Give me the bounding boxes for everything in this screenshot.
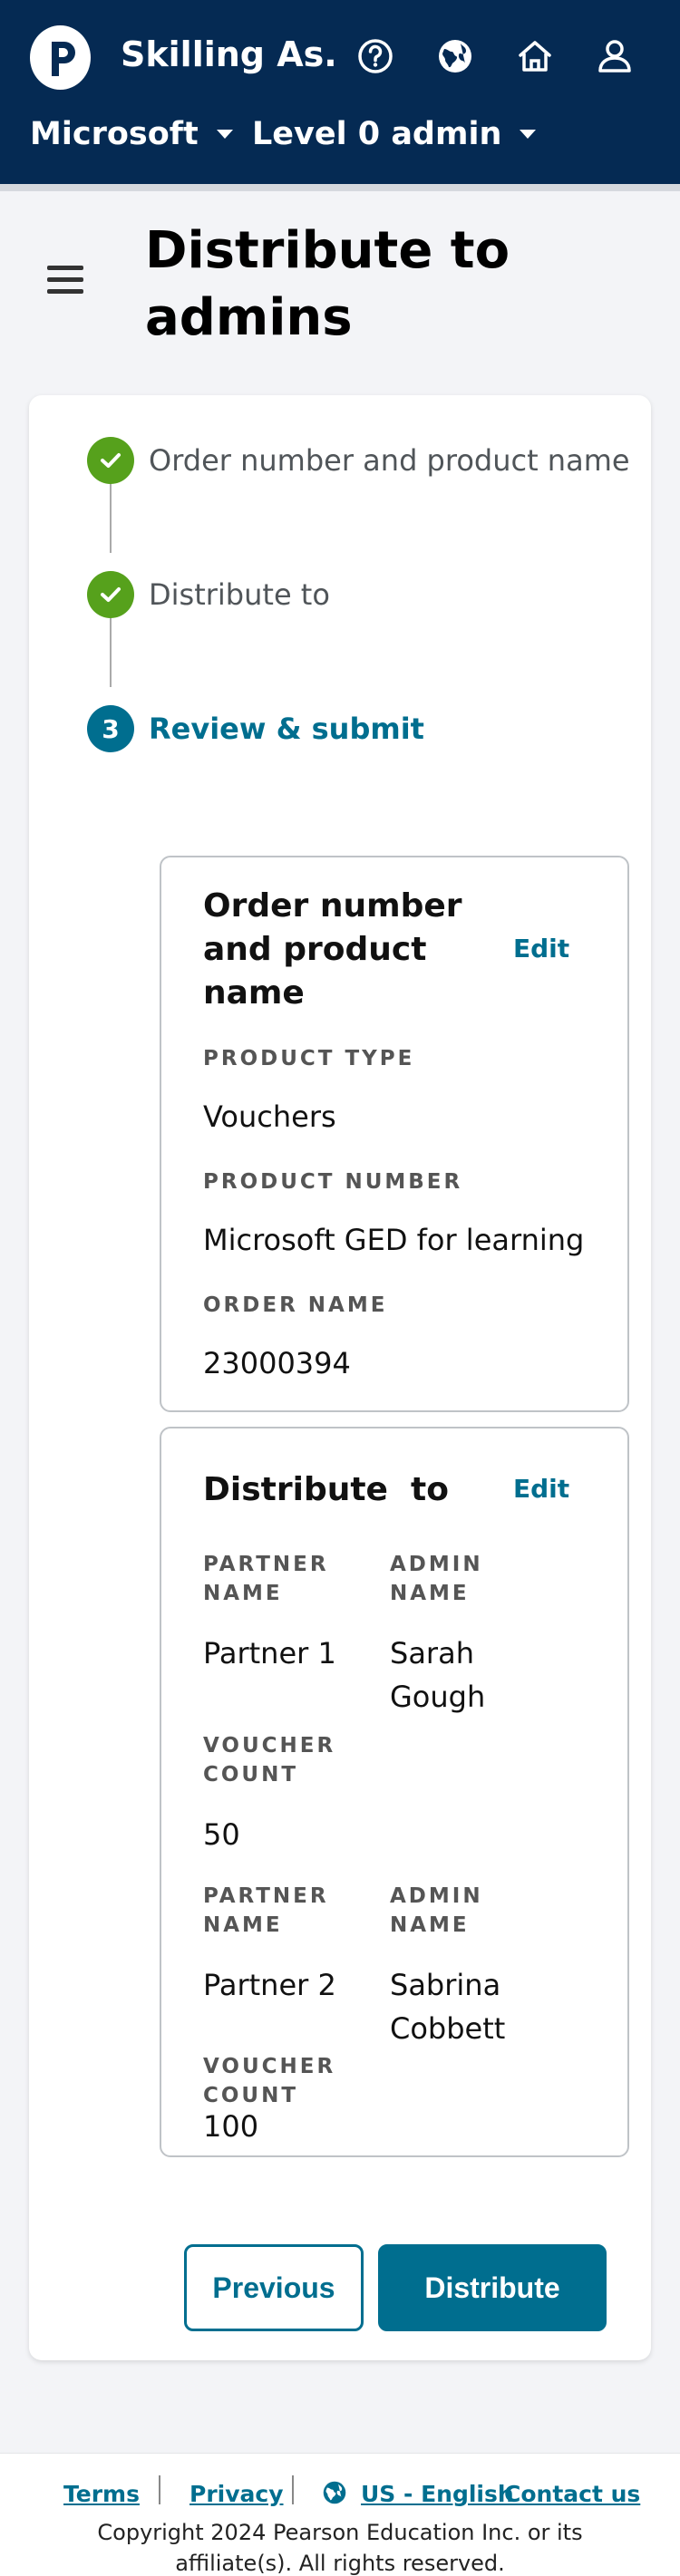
step-label: Order number and product name [149, 443, 630, 478]
product-number-label: PRODUCT NUMBER [203, 1170, 463, 1194]
order-name-label: ORDER NAME [203, 1293, 388, 1317]
step-number: 3 [87, 705, 134, 752]
voucher-count-value: 50 [203, 1817, 240, 1852]
hamburger-menu-icon[interactable] [47, 266, 83, 298]
app-title: Skilling As... [121, 34, 338, 74]
role-selector[interactable]: Level 0 admin [252, 116, 537, 152]
section-title: Order number and product name [203, 887, 462, 1012]
admin-name-value: Sarah Gough [390, 1636, 486, 1714]
org-selector[interactable]: Microsoft [30, 116, 233, 152]
voucher-count-value: 100 [203, 2109, 259, 2144]
distribute-button[interactable]: Distribute [378, 2244, 607, 2331]
pearson-logo[interactable] [30, 25, 91, 90]
footer-divider [159, 2475, 160, 2504]
header-divider [0, 184, 680, 191]
distribute-review-section: Distribute to Edit PARTNER NAME ADMIN NA… [160, 1427, 629, 2157]
edit-order-link[interactable]: Edit [513, 934, 569, 964]
admin-name-value: Sabrina Cobbett [390, 1968, 506, 2046]
check-icon [87, 571, 134, 618]
order-review-section: Order number and product name Edit PRODU… [160, 856, 629, 1412]
privacy-link[interactable]: Privacy [189, 2481, 284, 2507]
admin-name-label: ADMIN NAME [390, 1884, 483, 1937]
admin-name-label: ADMIN NAME [390, 1553, 483, 1605]
product-number-value: Microsoft GED for learning [203, 1223, 585, 1257]
step-label: Review & submit [149, 712, 424, 746]
partner-name-label: PARTNER NAME [203, 1884, 329, 1937]
partner-name-value: Partner 2 [203, 1968, 336, 2002]
product-type-value: Vouchers [203, 1099, 336, 1134]
app-header: Skilling As... Microsoft Level 0 admin [0, 0, 680, 184]
previous-button[interactable]: Previous [184, 2244, 364, 2331]
chevron-down-icon [520, 130, 537, 139]
role-label: Level 0 admin [252, 116, 502, 152]
step-3: 3 Review & submit [87, 705, 424, 752]
step-label: Distribute to [149, 577, 330, 612]
page-title: Distribute to admins [145, 221, 510, 347]
step-2[interactable]: Distribute to [87, 571, 330, 618]
check-icon [87, 437, 134, 484]
contact-link[interactable]: Contact us [504, 2481, 640, 2507]
page-footer: Terms Privacy US - English Contact us Co… [0, 2453, 680, 2576]
partner-name-value: Partner 1 [203, 1636, 336, 1671]
org-label: Microsoft [30, 116, 199, 152]
step-1[interactable]: Order number and product name [87, 437, 630, 484]
globe-icon [321, 2479, 348, 2506]
voucher-count-label: VOUCHER COUNT [203, 1734, 336, 1787]
section-title: Distribute to [203, 1471, 449, 1508]
partner-name-label: PARTNER NAME [203, 1553, 329, 1605]
home-icon[interactable] [515, 36, 555, 76]
copyright-text: Copyright 2024 Pearson Education Inc. or… [97, 2520, 583, 2576]
language-link[interactable]: US - English [361, 2481, 514, 2507]
footer-divider [292, 2475, 294, 2504]
order-name-value: 23000394 [203, 1346, 351, 1380]
product-type-label: PRODUCT TYPE [203, 1047, 415, 1070]
globe-icon[interactable] [435, 36, 475, 76]
user-icon[interactable] [595, 36, 635, 76]
voucher-count-label: VOUCHER COUNT [203, 2055, 336, 2107]
help-icon[interactable] [355, 36, 395, 76]
chevron-down-icon [216, 130, 233, 139]
edit-distribute-link[interactable]: Edit [513, 1474, 569, 1504]
wizard-card: Order number and product name Distribute… [29, 395, 651, 2360]
terms-link[interactable]: Terms [63, 2481, 140, 2507]
